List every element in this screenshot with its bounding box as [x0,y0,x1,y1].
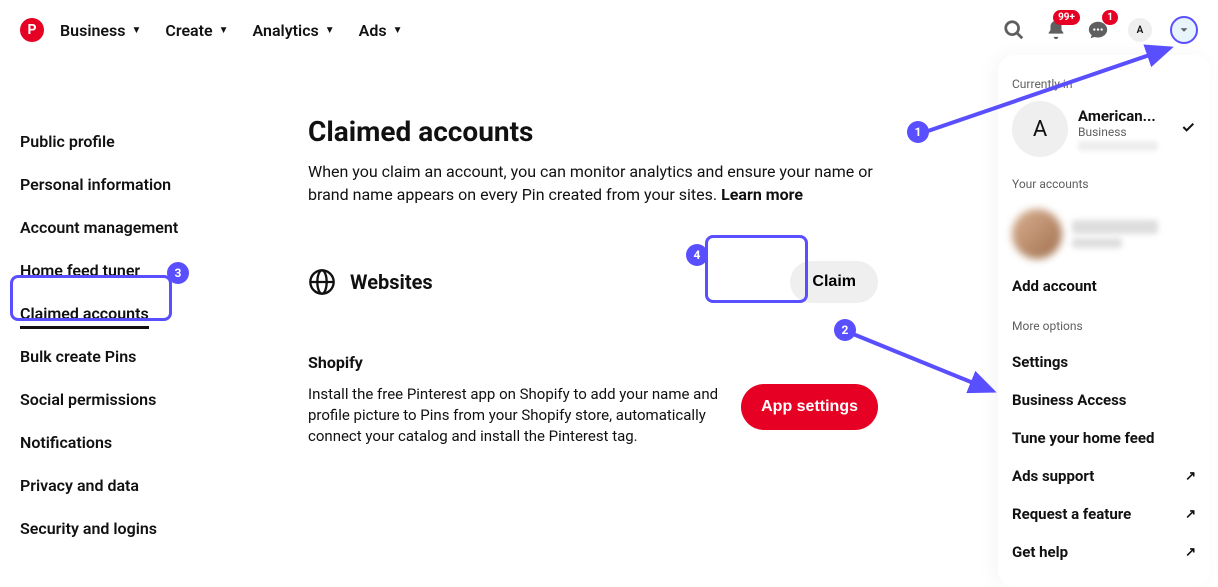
callout-1: 1 [907,121,929,143]
messages-icon[interactable]: 1 [1086,18,1110,42]
sidebar-item-public-profile[interactable]: Public profile [20,120,230,163]
callout-3: 3 [167,262,189,284]
sidebar-item-account-mgmt[interactable]: Account management [20,206,230,249]
panel-get-help[interactable]: Get help↗ [1012,533,1196,571]
callout-box-3 [10,275,172,321]
sidebar-item-personal-info[interactable]: Personal information [20,163,230,206]
account-email-blurred [1078,141,1158,151]
external-link-icon: ↗ [1185,545,1196,560]
bell-icon[interactable]: 99+ [1044,18,1068,42]
chevron-down-icon: ▼ [131,25,141,36]
app-settings-button[interactable]: App settings [741,384,878,430]
account-dropdown-panel: Currently in A American... Business Your… [998,55,1210,587]
sidebar-item-bulk-pins[interactable]: Bulk create Pins [20,335,230,378]
avatar[interactable]: A [1128,18,1152,42]
panel-tune-feed[interactable]: Tune your home feed [1012,419,1196,457]
shopify-title: Shopify [308,353,878,372]
account-menu-button[interactable] [1170,16,1198,44]
nav-analytics[interactable]: Analytics▼ [253,21,335,40]
header-icons: 99+ 1 A [1002,16,1198,44]
currently-in-label: Currently in [1012,77,1196,91]
panel-settings[interactable]: Settings [1012,343,1196,381]
notif-badge: 99+ [1053,10,1080,25]
sidebar-item-social-perms[interactable]: Social permissions [20,378,230,421]
globe-icon [308,268,336,296]
sidebar-item-notifications[interactable]: Notifications [20,421,230,464]
other-account[interactable] [1012,201,1196,267]
nav-ads[interactable]: Ads▼ [359,21,403,40]
settings-sidebar: Public profile Personal information Acco… [20,120,230,550]
account-sub-blurred [1072,238,1122,248]
account-name-blurred [1072,220,1158,234]
callout-4: 4 [686,244,708,266]
current-account[interactable]: A American... Business [1012,101,1196,157]
external-link-icon: ↗ [1185,469,1196,484]
nav-business[interactable]: Business▼ [60,21,141,40]
sidebar-item-security[interactable]: Security and logins [20,507,230,550]
external-link-icon: ↗ [1185,507,1196,522]
page-desc: When you claim an account, you can monit… [308,160,878,206]
learn-more-link[interactable]: Learn more [721,185,803,204]
account-type: Business [1078,125,1158,139]
shopify-section: Shopify Install the free Pinterest app o… [308,353,878,447]
check-icon [1180,119,1196,139]
page-title: Claimed accounts [308,115,878,148]
callout-2: 2 [834,319,856,341]
panel-request-feature[interactable]: Request a feature↗ [1012,495,1196,533]
your-accounts-label: Your accounts [1012,177,1196,191]
top-nav: Business▼ Create▼ Analytics▼ Ads▼ [60,21,403,40]
account-name: American... [1078,107,1158,125]
search-icon[interactable] [1002,18,1026,42]
chevron-down-icon: ▼ [393,25,403,36]
shopify-desc: Install the free Pinterest app on Shopif… [308,384,721,447]
panel-business-access[interactable]: Business Access [1012,381,1196,419]
avatar-blurred [1012,209,1062,259]
add-account-link[interactable]: Add account [1012,267,1196,305]
nav-create[interactable]: Create▼ [165,21,228,40]
chevron-down-icon: ▼ [219,25,229,36]
pinterest-logo-icon[interactable]: P [20,18,44,42]
avatar-large: A [1012,101,1068,157]
panel-ads-support[interactable]: Ads support↗ [1012,457,1196,495]
sidebar-item-privacy[interactable]: Privacy and data [20,464,230,507]
more-options-label: More options [1012,319,1196,333]
chevron-down-icon: ▼ [325,25,335,36]
callout-box-4 [705,235,808,303]
header: P Business▼ Create▼ Analytics▼ Ads▼ 99+ … [0,0,1218,60]
msg-badge: 1 [1102,10,1118,25]
